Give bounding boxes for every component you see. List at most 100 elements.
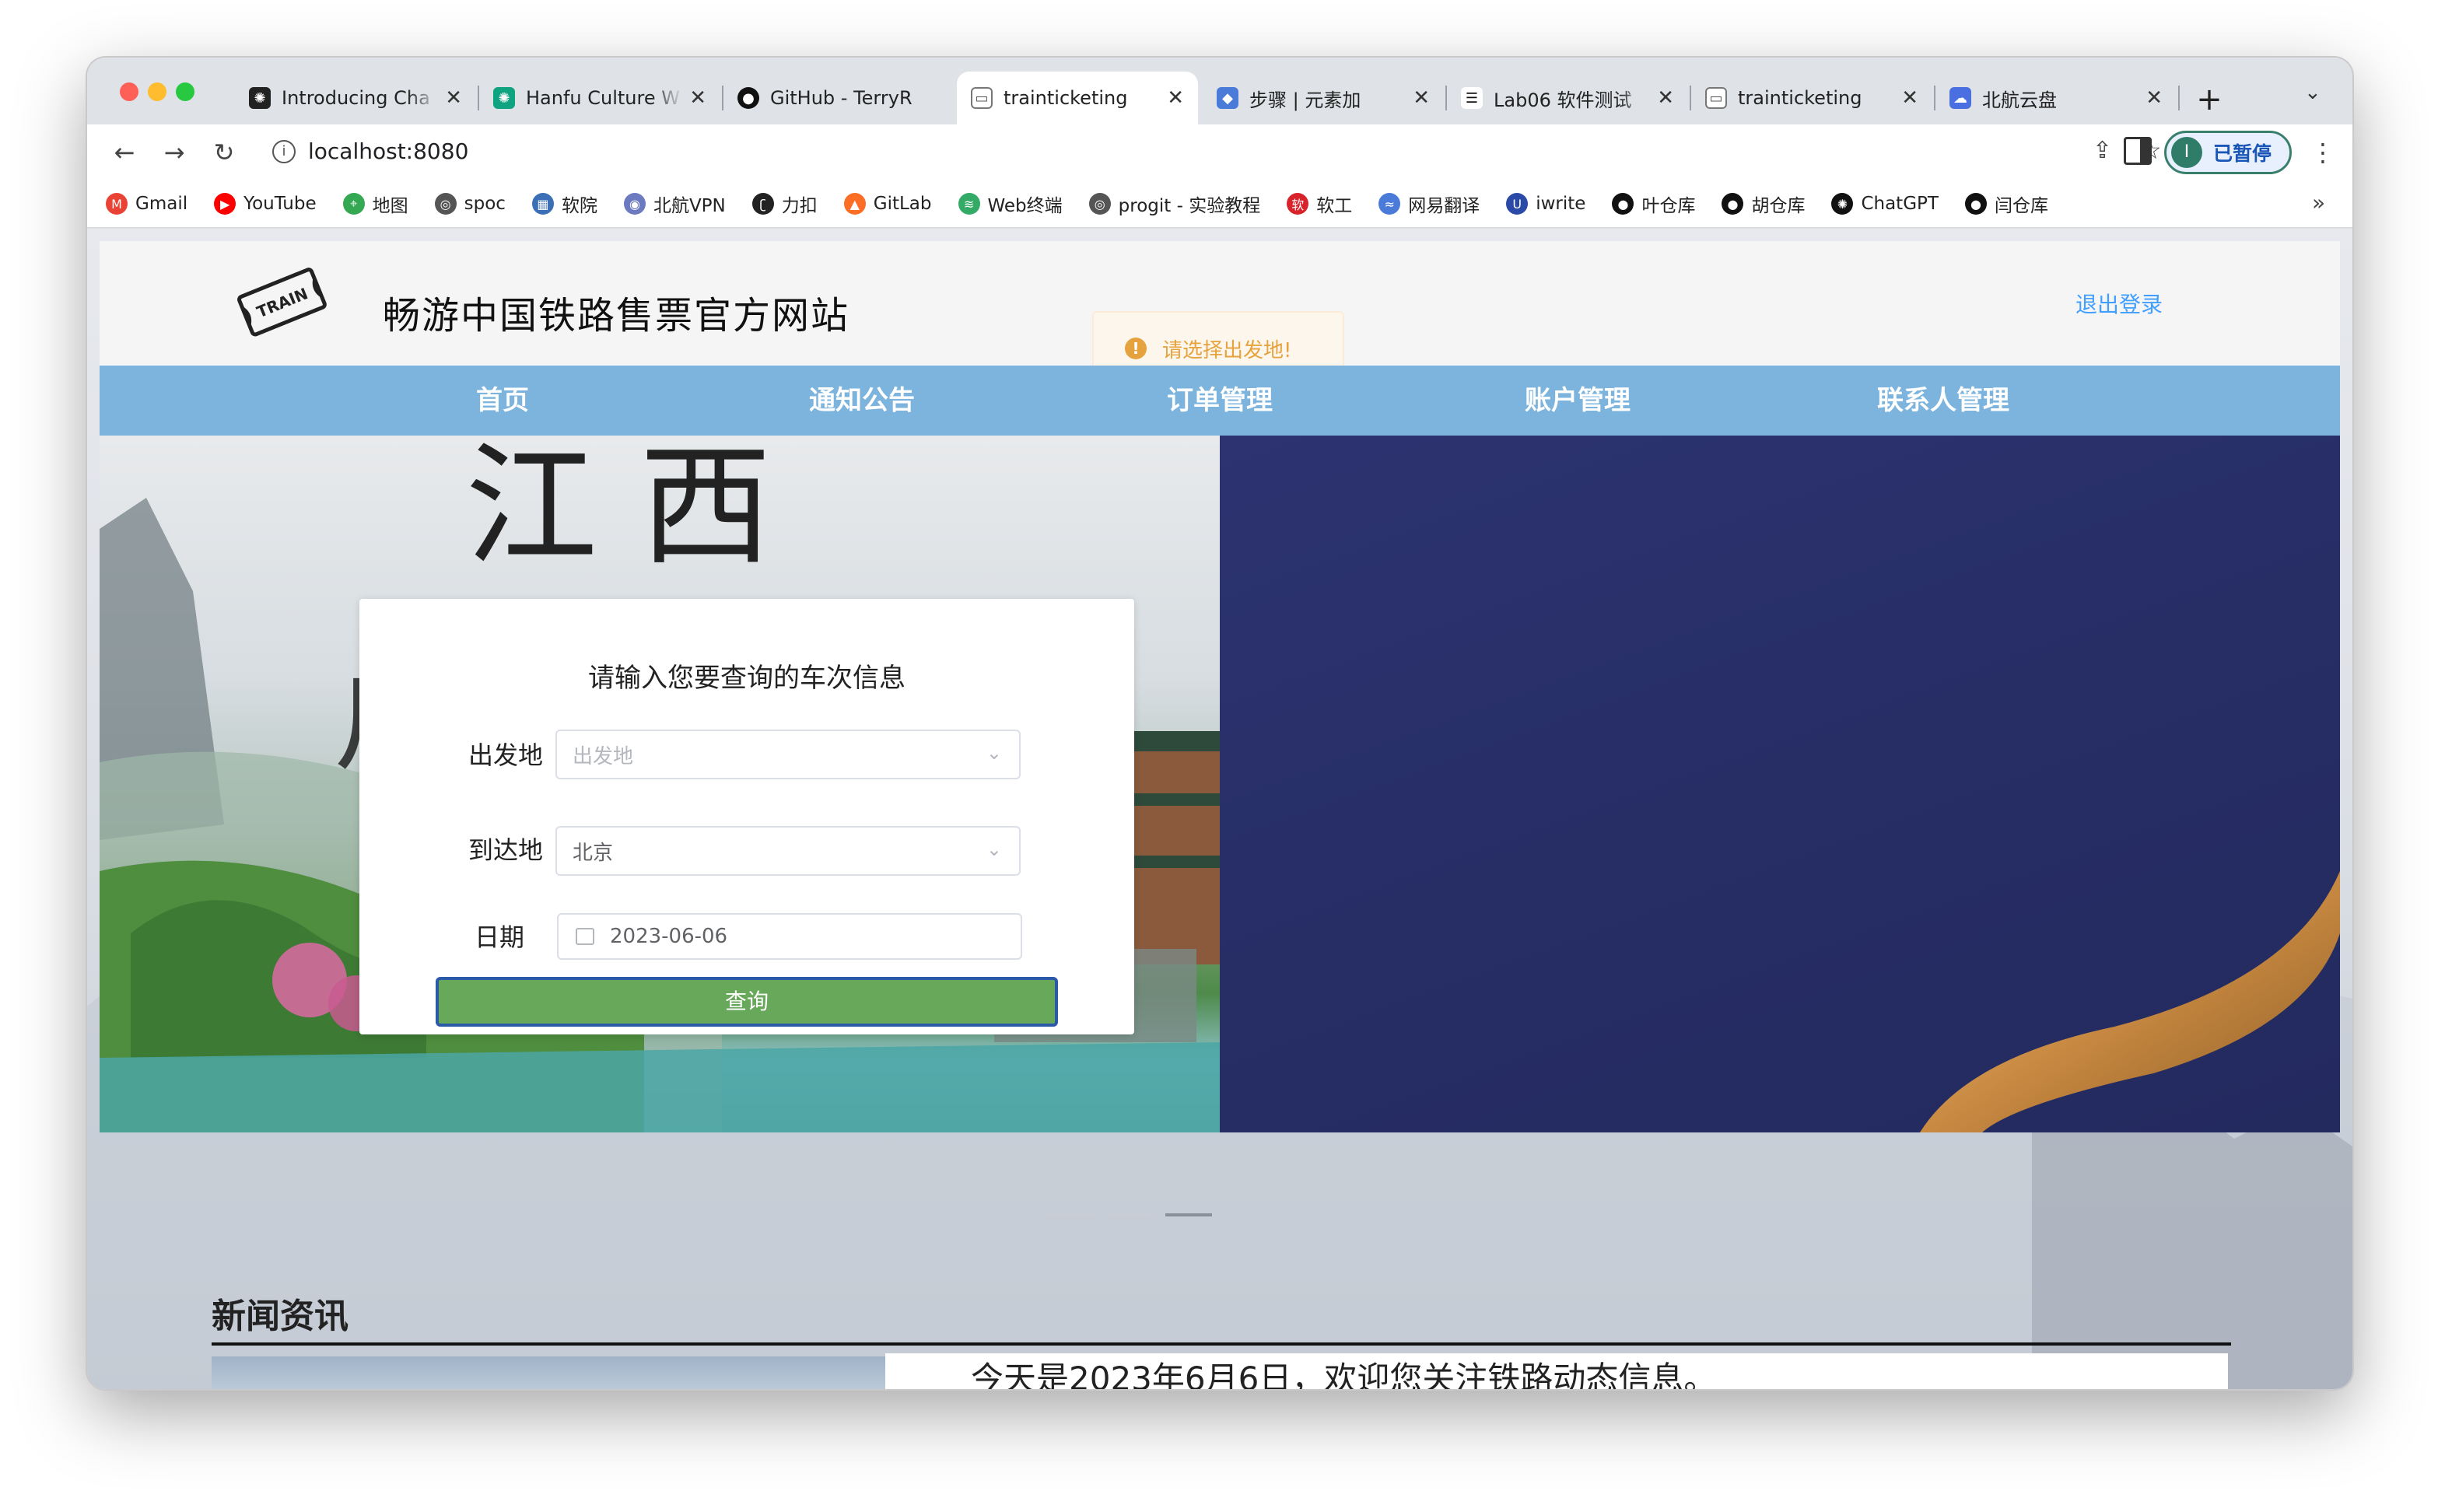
to-select[interactable]: 北京 ⌄	[555, 826, 1021, 876]
tab-yuansujia[interactable]: ◆ 步骤 | 元素加 ✕	[1203, 72, 1444, 124]
minimize-window-button[interactable]	[148, 82, 166, 101]
gitlab-icon: ▲	[843, 193, 866, 215]
tab-lab06[interactable]: ☰ Lab06 软件测试 ✕	[1447, 72, 1688, 124]
maximize-window-button[interactable]	[176, 82, 194, 101]
bookmark-12[interactable]: Uiwrite	[1506, 193, 1585, 215]
bookmarks-bar: M Gmail ▶ YouTube ⌖ 地图 ◎ spoc ▦ 软院 ◉ 北航VPN ʗ 力扣 ▲ GitLa…	[87, 180, 2352, 229]
side-panel-icon[interactable]	[2124, 137, 2152, 165]
bookmark-10[interactable]: 软软工	[1287, 191, 1352, 217]
yuansujia-icon: ◆	[1217, 87, 1238, 109]
omnibox[interactable]: i localhost:8080 ⇪ ☆	[257, 129, 2163, 176]
tab-title: trainticketing	[1738, 87, 1862, 109]
youtube-icon: ▶	[214, 193, 236, 215]
github-icon: ●	[1964, 193, 1987, 215]
address-text[interactable]: localhost:8080	[308, 138, 468, 164]
bookmark-13[interactable]: ● 叶仓库	[1612, 191, 1695, 217]
tab-beihang-pan[interactable]: ☁ 北航云盘 ✕	[1935, 72, 2177, 124]
bookmark-1[interactable]: ▶ YouTube	[214, 193, 317, 215]
tab-trainticketing-active[interactable]: ▭ trainticketing ✕	[957, 72, 1198, 124]
close-tab-icon[interactable]: ✕	[2146, 86, 2163, 110]
gmail-icon: M	[106, 193, 128, 215]
bookmark-4[interactable]: ▦ 软院	[531, 191, 597, 217]
bookmark-label: GitLab	[873, 194, 932, 214]
chevron-down-icon: ⌄	[986, 838, 1002, 860]
translate-icon: ≈	[1378, 193, 1401, 215]
carousel-indicator-2[interactable]	[1106, 1213, 1153, 1216]
browser-toolbar: ← → ↻ i localhost:8080 ⇪ ☆ I 已暂停 ⋮	[87, 124, 2352, 180]
bookmark-15[interactable]: ✺ ChatGPT	[1831, 193, 1939, 215]
date-label: 日期	[475, 923, 525, 951]
tab-title: trainticketing	[1004, 87, 1128, 109]
ruangong-icon: 软	[1287, 193, 1309, 215]
new-tab-button[interactable]: +	[2188, 78, 2231, 121]
forward-arrow-icon[interactable]: →	[156, 134, 193, 171]
nav-orders[interactable]: 订单管理	[1134, 366, 1305, 436]
more-bookmarks-icon[interactable]: »	[2312, 190, 2325, 215]
bookmark-3[interactable]: ◎ spoc	[434, 193, 506, 215]
tab-trainticketing[interactable]: ▭ trainticketing ✕	[1691, 72, 1932, 124]
warning-icon: !	[1125, 338, 1147, 359]
reload-icon[interactable]: ↻	[205, 134, 243, 171]
close-tab-icon[interactable]: ✕	[1901, 86, 1918, 110]
bookmark-label: 胡仓库	[1751, 196, 1806, 216]
tab-title: 步骤 | 元素加	[1249, 89, 1361, 111]
site-info-icon[interactable]: i	[272, 140, 296, 163]
bookmark-7[interactable]: ▲ GitLab	[843, 193, 932, 215]
tab-hanfu-culture[interactable]: ✺ Hanfu Culture W ✕	[479, 72, 720, 124]
openai-icon: ✺	[249, 87, 271, 109]
nav-home[interactable]: 首页	[417, 366, 588, 436]
pan-icon: ☁	[1949, 87, 1971, 109]
maps-icon: ⌖	[342, 193, 365, 215]
iwrite-icon: U	[1506, 193, 1529, 215]
bookmark-5[interactable]: ◉ 北航VPN	[623, 191, 726, 217]
page-viewport: TRAIN 畅游中国铁路售票官方网站 退出登录 ! 请选择出发地! 首页 通知公…	[87, 229, 2352, 1389]
close-tab-icon[interactable]: ✕	[445, 86, 462, 110]
nav-account[interactable]: 账户管理	[1492, 366, 1663, 436]
news-title: 新闻资讯	[212, 1288, 2231, 1346]
doc-icon: ☰	[1461, 87, 1483, 109]
bookmark-label: Web终端	[987, 196, 1063, 216]
bookmark-14[interactable]: ● 胡仓库	[1722, 191, 1805, 217]
site-title: 畅游中国铁路售票官方网站	[383, 296, 850, 337]
avatar: I	[2171, 137, 2202, 168]
close-tab-icon[interactable]: ✕	[689, 86, 706, 110]
tab-title: Introducing Cha	[282, 87, 430, 109]
date-picker[interactable]: 2023-06-06	[557, 913, 1022, 960]
menu-kebab-icon[interactable]: ⋮	[2310, 134, 2335, 171]
profile-paused-button[interactable]: I 已暂停	[2164, 131, 2292, 174]
news-headline[interactable]: 今天是2023年6月6日，欢迎您关注铁路动态信息。	[885, 1353, 2228, 1389]
bookmark-11[interactable]: ≈ 网易翻译	[1378, 191, 1480, 217]
bookmark-9[interactable]: ◎ progit - 实验教程	[1088, 191, 1260, 217]
share-icon[interactable]: ⇪	[2093, 137, 2112, 164]
bookmark-0[interactable]: M Gmail	[106, 193, 187, 215]
nav-contacts[interactable]: 联系人管理	[1850, 366, 2037, 436]
close-tab-icon[interactable]: ✕	[1413, 86, 1430, 110]
bookmark-8[interactable]: ≋ Web终端	[958, 191, 1063, 217]
search-button[interactable]: 查询	[436, 977, 1058, 1027]
from-select[interactable]: 出发地 ⌄	[555, 730, 1021, 779]
news-image	[212, 1356, 885, 1389]
back-arrow-icon[interactable]: ←	[106, 134, 143, 171]
bookmark-16[interactable]: ● 闫仓库	[1964, 191, 2048, 217]
bookmark-label: spoc	[464, 194, 506, 214]
search-heading: 请输入您要查询的车次信息	[588, 664, 905, 693]
carousel-slide-right	[1220, 436, 2340, 1132]
tab-introducing-chatgpt[interactable]: ✺ Introducing Cha ✕	[235, 72, 476, 124]
carousel-indicator-3-active[interactable]	[1165, 1213, 1212, 1216]
github-icon: ●	[1612, 193, 1634, 215]
logout-link[interactable]: 退出登录	[2075, 288, 2163, 319]
close-tab-icon[interactable]: ✕	[1167, 86, 1184, 110]
tab-search-chevron-icon[interactable]: ⌄	[2304, 81, 2321, 104]
globe-icon: ◎	[1088, 193, 1111, 215]
main-nav: 首页 通知公告 订单管理 账户管理 联系人管理	[100, 366, 2340, 436]
close-window-button[interactable]	[120, 82, 138, 101]
carousel-indicator-1[interactable]	[1047, 1213, 1094, 1216]
bookmark-2[interactable]: ⌖ 地图	[342, 191, 408, 217]
from-placeholder: 出发地	[573, 744, 634, 768]
bookmark-6[interactable]: ʗ 力扣	[751, 191, 818, 217]
from-label: 出发地	[468, 741, 544, 769]
leetcode-icon: ʗ	[751, 193, 774, 215]
close-tab-icon[interactable]: ✕	[1657, 86, 1674, 110]
globe-icon: ◎	[434, 193, 457, 215]
nav-announcements[interactable]: 通知公告	[776, 366, 948, 436]
